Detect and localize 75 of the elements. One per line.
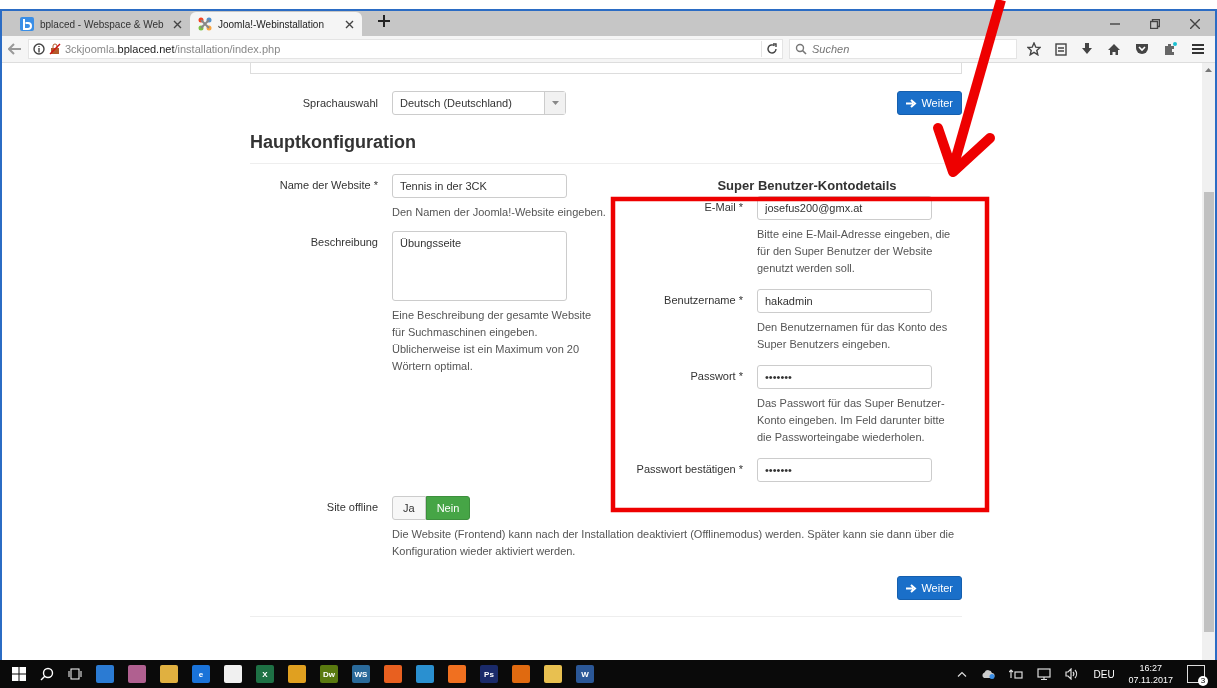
field-label: Passwort bestätigen * <box>635 462 744 475</box>
notification-count: 3 <box>1198 676 1208 686</box>
section-heading: Hauptkonfiguration <box>250 132 962 164</box>
restore-icon[interactable] <box>1150 18 1160 29</box>
next-button[interactable]: Weiter <box>897 576 962 600</box>
search-icon <box>795 43 807 55</box>
search-field[interactable]: Suchen <box>789 39 1017 59</box>
task-view-icon[interactable] <box>68 667 82 681</box>
language-dropdown[interactable]: Deutsch (Deutschland) <box>392 91 566 115</box>
search-icon[interactable] <box>40 667 54 681</box>
site-icon <box>20 17 34 31</box>
help-text: Die Website (Frontend) kann nach der Installation deaktiviert (Offlinemodus) werden. Später kann sie dann über die Konfiguration wieder aktiviert werden. <box>392 527 956 559</box>
app-logo[interactable]: Ps <box>480 665 498 683</box>
field-label: E-Mail * <box>703 200 744 213</box>
display-icon[interactable] <box>1037 668 1052 680</box>
cloud-icon[interactable] <box>981 669 996 679</box>
app-logo[interactable]: WS <box>352 665 370 683</box>
home-icon[interactable] <box>1107 42 1121 56</box>
close-icon[interactable] <box>1190 18 1200 29</box>
back-icon[interactable] <box>8 43 22 55</box>
scrollbar[interactable] <box>1202 63 1215 660</box>
arrow-icon <box>906 583 918 593</box>
arrow-icon <box>906 98 918 108</box>
next-button[interactable]: Weiter <box>897 91 962 115</box>
download-icon[interactable] <box>1081 42 1093 56</box>
address-bar[interactable]: 3ckjoomla.bplaced.net/installation/index.php <box>28 39 783 59</box>
clipboard-icon[interactable] <box>1055 42 1067 56</box>
language-indicator[interactable]: DEU <box>1093 668 1115 680</box>
close-icon[interactable] <box>345 19 354 29</box>
chevron-up-icon[interactable] <box>957 671 968 677</box>
url-text: 3ckjoomla.bplaced.net/installation/index.php <box>65 43 281 55</box>
app-logo[interactable]: Dw <box>320 665 338 683</box>
help-text: Bitte eine E-Mail-Adresse eingeben, die für den Super Benutzer der Website genutzt werden soll. <box>757 227 952 276</box>
lock-icon <box>49 43 61 55</box>
input-field[interactable]: ••••••• <box>757 458 932 482</box>
help-text: Eine Beschreibung der gesamte Website für Suchmaschinen eingeben. Üblicherweise ist ein Maximum von 20 Wörtern optimal. <box>392 308 593 374</box>
field-label: Beschreibung <box>309 235 379 248</box>
field-label: Benutzername * <box>663 293 744 306</box>
site-icon <box>198 17 212 31</box>
reload-icon[interactable] <box>766 43 778 55</box>
input-field[interactable]: ••••••• <box>757 365 932 389</box>
network-icon[interactable] <box>1009 669 1024 679</box>
tab-title: bplaced - Webspace & Web <box>40 18 165 30</box>
section-subheading: Super Benutzer-Kontodetails <box>716 178 898 193</box>
app-logo[interactable]: W <box>576 665 594 683</box>
field-label: Name der Website * <box>278 178 379 191</box>
pocket-icon[interactable] <box>1135 43 1149 55</box>
browser-tab[interactable]: bplaced - Webspace & Web <box>12 12 190 36</box>
help-text: Den Namen der Joomla!-Website eingeben. <box>392 205 607 220</box>
puzzle-icon[interactable] <box>1163 42 1177 56</box>
description-field[interactable]: Übungsseite <box>392 231 567 301</box>
scroll-up-icon[interactable] <box>1205 68 1212 72</box>
clock-time[interactable]: 16:27 <box>1139 662 1163 674</box>
caret-icon <box>551 101 559 105</box>
input-field[interactable]: hakadmin <box>757 289 932 313</box>
info-icon[interactable] <box>33 43 45 55</box>
help-text: Das Passwort für das Super Benutzer-Konto eingeben. Im Feld darunter bitte die Passworteingabe wiederholen. <box>757 396 946 445</box>
clock-date[interactable]: 07.11.2017 <box>1128 674 1173 686</box>
app-logo[interactable]: e <box>192 665 210 683</box>
menu-icon[interactable] <box>1191 43 1205 55</box>
field-label: Sprachauswahl <box>301 97 379 109</box>
toggle-option[interactable]: Ja <box>392 496 426 520</box>
close-icon[interactable] <box>173 19 182 29</box>
field-label: Site offline <box>325 500 379 513</box>
input-field[interactable]: Tennis in der 3CK <box>392 174 567 198</box>
notification-icon[interactable]: 3 <box>1187 665 1205 683</box>
help-text: Den Benutzernamen für das Konto des Super Benutzers eingeben. <box>757 320 949 352</box>
volume-icon[interactable] <box>1065 668 1080 680</box>
tab-title: Joomla!-Webinstallation <box>218 18 325 30</box>
field-label: Passwort * <box>689 369 744 382</box>
scroll-thumb[interactable] <box>1203 192 1214 632</box>
app-logo[interactable]: X <box>256 665 274 683</box>
start-icon[interactable] <box>12 667 26 681</box>
browser-tab[interactable]: Joomla!-Webinstallation <box>190 12 362 36</box>
star-icon[interactable] <box>1027 42 1041 56</box>
